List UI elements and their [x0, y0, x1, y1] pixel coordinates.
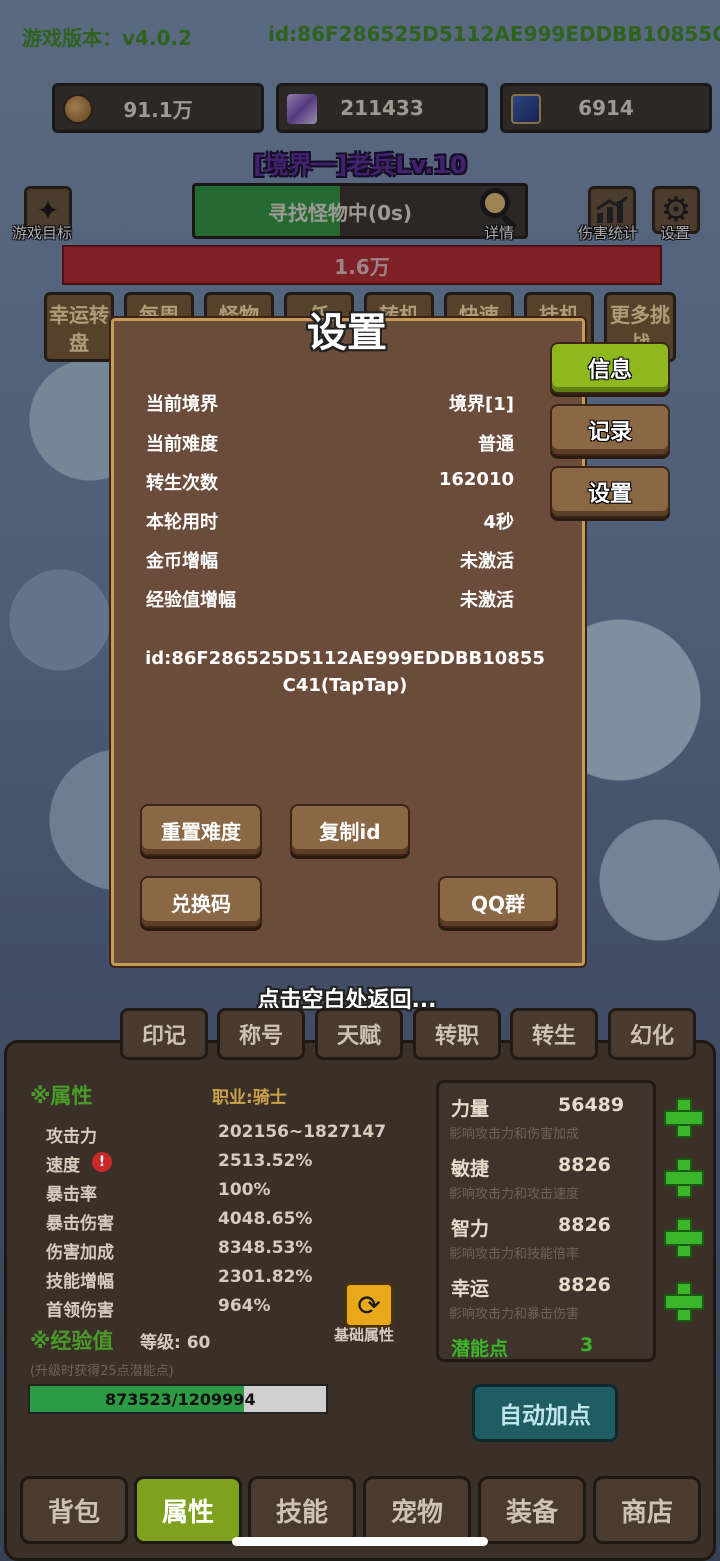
stat-value-intelligence: 8826 — [558, 1214, 611, 1236]
tab-record[interactable]: 记录 — [550, 404, 670, 456]
exp-bar-text: 873523/1209994 — [105, 1389, 256, 1409]
attr-label-attack: 攻击力 — [46, 1127, 97, 1147]
info-label-rebirth: 转生次数 — [146, 473, 218, 494]
stat-name-agility: 敏捷 — [451, 1158, 490, 1180]
potential-label: 潜能点 — [451, 1338, 509, 1360]
info-label-exp-boost: 经验值增幅 — [146, 590, 236, 611]
stat-name-intelligence: 智力 — [451, 1218, 490, 1240]
subtab-talent[interactable]: 天赋 — [315, 1008, 403, 1060]
attr-value-damage-bonus: 8348.53% — [218, 1238, 313, 1258]
attr-label-crit-rate: 暴击率 — [46, 1185, 97, 1205]
tab-attributes[interactable]: 属性 — [134, 1476, 242, 1544]
potential-value: 3 — [580, 1334, 594, 1356]
stat-value-luck: 8826 — [558, 1274, 611, 1296]
info-value-difficulty: 普通 — [478, 434, 514, 455]
copy-id-button[interactable]: 复制id — [290, 804, 410, 856]
stat-name-luck: 幸运 — [451, 1278, 490, 1300]
stat-desc-agility: 影响攻击力和攻击速度 — [449, 1187, 580, 1202]
refresh-icon[interactable]: ⟳ — [344, 1282, 394, 1328]
tab-settings[interactable]: 设置 — [550, 466, 670, 518]
attr-value-boss-damage: 964% — [218, 1296, 271, 1316]
exp-hint: (升级时获得25点潜能点) — [30, 1364, 174, 1379]
attr-value-skill-boost: 2301.82% — [218, 1267, 313, 1287]
attributes-section-title: ※属性 — [30, 1084, 93, 1108]
add-luck-plus-icon[interactable] — [664, 1282, 704, 1322]
stat-name-strength: 力量 — [451, 1098, 490, 1120]
stat-desc-luck: 影响攻击力和暴击伤害 — [449, 1307, 580, 1322]
info-value-time: 4秒 — [483, 512, 514, 533]
add-intelligence-plus-icon[interactable] — [664, 1218, 704, 1258]
tab-equipment[interactable]: 装备 — [478, 1476, 586, 1544]
subtab-job-change[interactable]: 转职 — [413, 1008, 501, 1060]
subtab-title[interactable]: 称号 — [217, 1008, 305, 1060]
attr-label-crit-damage: 暴击伤害 — [46, 1214, 114, 1234]
redeem-code-button[interactable]: 兑换码 — [140, 876, 262, 928]
home-indicator[interactable] — [232, 1537, 488, 1546]
attr-label-skill-boost: 技能增幅 — [46, 1272, 114, 1292]
attr-value-crit-rate: 100% — [218, 1180, 271, 1200]
info-label-gold-boost: 金币增幅 — [146, 551, 218, 572]
attr-value-crit-damage: 4048.65% — [218, 1209, 313, 1229]
auto-add-button[interactable]: 自动加点 — [472, 1384, 618, 1442]
subtab-mark[interactable]: 印记 — [120, 1008, 208, 1060]
job-text: 职业:骑士 — [212, 1088, 287, 1108]
info-label-difficulty: 当前难度 — [146, 434, 218, 455]
info-value-gold-boost: 未激活 — [460, 551, 514, 572]
modal-id-text: id:86F286525D5112AE999EDDBB10855C41(TapT… — [145, 648, 545, 696]
exp-section-title: ※经验值 — [30, 1329, 114, 1353]
subtab-rebirth[interactable]: 转生 — [510, 1008, 598, 1060]
tab-bag[interactable]: 背包 — [20, 1476, 128, 1544]
base-attr-label: 基础属性 — [334, 1326, 395, 1344]
stat-desc-intelligence: 影响攻击力和技能倍率 — [449, 1247, 580, 1262]
qq-group-button[interactable]: QQ群 — [438, 876, 558, 928]
subtab-transform[interactable]: 幻化 — [608, 1008, 696, 1060]
info-value-realm: 境界[1] — [449, 394, 514, 415]
stat-value-strength: 56489 — [558, 1094, 625, 1116]
attr-label-damage-bonus: 伤害加成 — [46, 1243, 114, 1263]
stat-value-agility: 8826 — [558, 1154, 611, 1176]
tab-skills[interactable]: 技能 — [248, 1476, 356, 1544]
level-text: 等级: 60 — [140, 1333, 211, 1353]
tab-shop[interactable]: 商店 — [593, 1476, 701, 1544]
info-value-rebirth: 162010 — [438, 469, 514, 490]
speed-warning-icon[interactable]: ! — [92, 1152, 112, 1172]
info-label-time: 本轮用时 — [146, 512, 218, 533]
info-label-realm: 当前境界 — [146, 394, 218, 415]
info-value-exp-boost: 未激活 — [460, 590, 514, 611]
attr-value-attack: 202156~1827147 — [218, 1122, 387, 1142]
add-strength-plus-icon[interactable] — [664, 1098, 704, 1138]
tab-pets[interactable]: 宠物 — [363, 1476, 471, 1544]
attr-label-boss-damage: 首领伤害 — [46, 1301, 114, 1321]
attr-label-speed: 速度 — [46, 1156, 80, 1176]
stat-desc-strength: 影响攻击力和伤害加成 — [449, 1127, 580, 1142]
attr-value-speed: 2513.52% — [218, 1151, 313, 1171]
tab-info[interactable]: 信息 — [550, 342, 670, 394]
reset-difficulty-button[interactable]: 重置难度 — [140, 804, 262, 856]
add-agility-plus-icon[interactable] — [664, 1158, 704, 1198]
exp-bar: 873523/1209994 — [28, 1384, 328, 1414]
